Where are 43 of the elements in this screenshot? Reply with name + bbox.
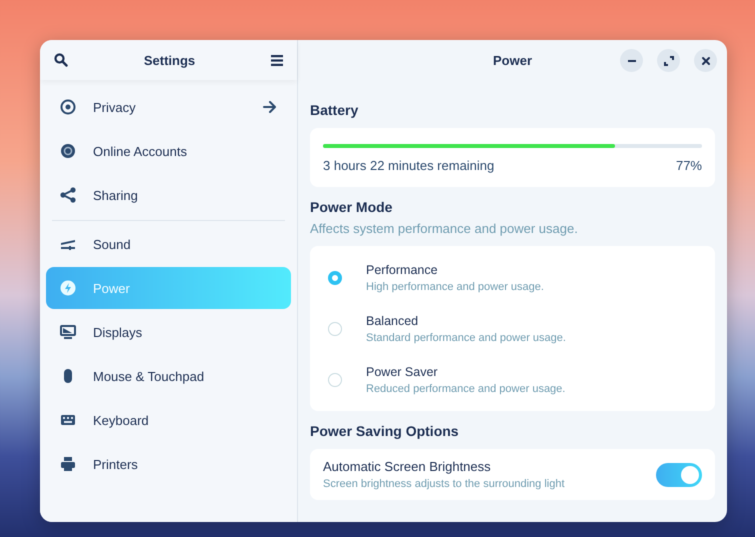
account-icon [60, 143, 76, 159]
option-label: Balanced [366, 314, 420, 328]
option-label: Performance [366, 262, 439, 276]
search-icon[interactable] [54, 53, 68, 67]
privacy-icon [60, 99, 76, 115]
sidebar-item[interactable]: Sharing [46, 174, 291, 216]
sidebar-item[interactable]: Privacy [46, 86, 291, 128]
option-description: Screen brightness adjusts to the surrounding light [323, 478, 565, 490]
section-heading: Battery [310, 102, 360, 118]
section-heading: Power Mode [310, 199, 394, 215]
monitor-icon [60, 324, 76, 340]
minimize-button[interactable] [620, 49, 643, 72]
option-label: Power Saver [366, 364, 439, 378]
sidebar-item[interactable]: Keyboard [46, 399, 291, 441]
sidebar-item[interactable]: Displays [46, 311, 291, 353]
bolt-icon [60, 280, 76, 296]
sidebar-title: Settings [144, 52, 196, 68]
option-label: Automatic Screen Brightness [323, 459, 492, 474]
printer-icon [60, 456, 76, 472]
maximize-icon [664, 56, 674, 66]
sidebar-item[interactable]: Mouse & Touchpad [46, 355, 291, 397]
window-title: Power [492, 52, 532, 68]
keyboard-icon [60, 412, 76, 428]
battery-percent: 77% [676, 158, 702, 173]
option-description: Standard performance and power usage. [366, 332, 566, 344]
radio-button[interactable] [328, 372, 342, 386]
option-description: High performance and power usage. [366, 280, 544, 292]
share-icon [60, 187, 76, 203]
maximize-button[interactable] [657, 49, 680, 72]
remaining-time: 3 hours 22 minutes remaining [323, 158, 494, 173]
section-description: Affects system performance and power usage. [310, 221, 579, 236]
sidebar-item[interactable]: Printers [46, 443, 291, 485]
toggle-switch[interactable] [656, 462, 702, 486]
close-icon [700, 56, 710, 66]
section-heading: Power Saving Options [310, 423, 460, 439]
radio-button[interactable] [328, 322, 342, 336]
option-description: Reduced performance and power usage. [366, 382, 566, 394]
close-button[interactable] [694, 49, 717, 72]
sidebar-item[interactable]: Sound [46, 223, 291, 265]
sidebar-item[interactable]: Online Accounts [46, 130, 291, 172]
menu-icon[interactable] [270, 54, 283, 66]
radio-button[interactable] [328, 270, 342, 284]
arrow-icon [263, 101, 277, 113]
